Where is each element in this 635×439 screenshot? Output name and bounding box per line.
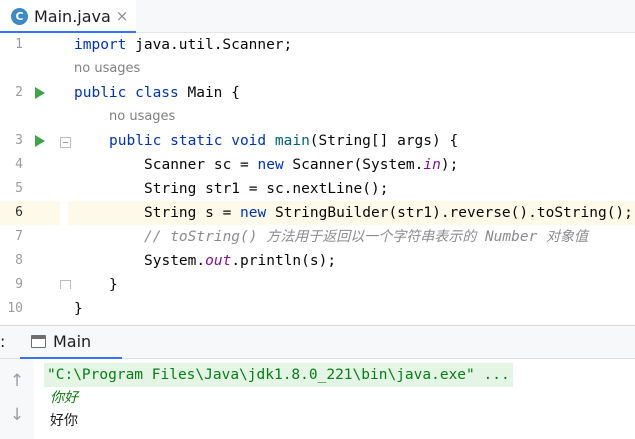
line-number-current: 6 [15,205,23,220]
code-text: .println(s); [231,253,337,269]
fold-icon[interactable] [60,137,71,148]
run-label-prefix: : [0,332,6,351]
line-number: 2 [15,85,23,100]
usages-hint-method[interactable]: no usages [109,107,175,127]
code-line-6: String s = new StringBuilder(str1).rever… [144,201,633,225]
line-number: 10 [7,301,23,316]
static-field: out [205,253,232,269]
code-line-3: public static void main(String[] args) { [109,129,458,153]
down-arrow-icon[interactable]: ↓ [9,405,25,425]
keyword: new [240,205,267,221]
code-text: (String[] args) { [309,133,459,149]
usages-hint-class[interactable]: no usages [74,59,140,79]
code-line-1: import java.util.Scanner; [74,33,292,57]
line-number: 8 [15,253,23,268]
run-toolbar: ↑ ↓ [0,359,34,439]
code-text: StringBuilder(str1).reverse().toString()… [266,205,633,221]
code-line-4: Scanner sc = new Scanner(System.in); [144,153,458,177]
comment: 方法用于返回以一个字符串表示的 [266,229,477,245]
line-number: 1 [15,37,23,52]
run-header: : Main [0,326,635,360]
code-line-9: } [109,277,118,293]
tab-run-main[interactable]: Main [20,326,122,360]
line-number: 3 [15,133,23,148]
run-main-play-icon[interactable] [35,135,45,147]
code-text: Scanner(System. [283,157,424,173]
console-program-output: 好你 [50,413,78,429]
code-editor[interactable]: 1 2 3 4 5 6 7 8 9 10 import java.util.Sc… [0,33,635,325]
code-line-10: } [74,301,83,317]
code-text: Scanner sc = [144,157,258,173]
keyword: new [257,157,284,173]
console-user-input: 你好 [50,390,78,406]
code-line-8: System.out.println(s); [144,249,336,273]
run-tool-window: : Main ↑ ↓ "C:\Program Files\Java\jdk1.8… [0,325,635,439]
comment: // toString() [144,229,267,245]
tab-title: Main.java [34,7,111,26]
up-arrow-icon[interactable]: ↑ [9,371,25,391]
code-text: java.util.Scanner; [126,37,293,53]
editor-tab-bar: C Main.java × [0,0,635,34]
comment: Number [476,229,547,245]
keyword: public static void [109,133,267,149]
console-icon [31,335,46,348]
line-number: 7 [15,229,23,244]
static-field: in [423,157,441,173]
keyword: import [74,37,127,53]
tab-main-java[interactable]: C Main.java × [0,0,136,34]
line-number: 5 [15,181,23,196]
keyword: public class [74,85,179,101]
fold-end-icon[interactable] [60,280,71,289]
code-line-7-comment: // toString() 方法用于返回以一个字符串表示的 Number 对象值 [144,225,588,249]
code-line-2: public class Main { [74,81,240,105]
console-command-line: "C:\Program Files\Java\jdk1.8.0_221\bin\… [44,363,513,387]
line-number: 9 [15,277,23,292]
code-text: System. [144,253,206,269]
code-line-5: String str1 = sc.nextLine(); [144,181,389,197]
line-number: 4 [15,157,23,172]
method-name: main [274,133,310,149]
console-output[interactable]: "C:\Program Files\Java\jdk1.8.0_221\bin\… [34,359,635,439]
close-icon[interactable]: × [114,6,130,26]
code-text: Main { [178,85,240,101]
comment: 对象值 [546,229,589,245]
code-text: ); [440,157,459,173]
run-tab-label: Main [53,332,92,351]
java-class-icon: C [11,8,28,25]
run-class-play-icon[interactable] [35,87,45,99]
code-text: String s = [144,205,241,221]
